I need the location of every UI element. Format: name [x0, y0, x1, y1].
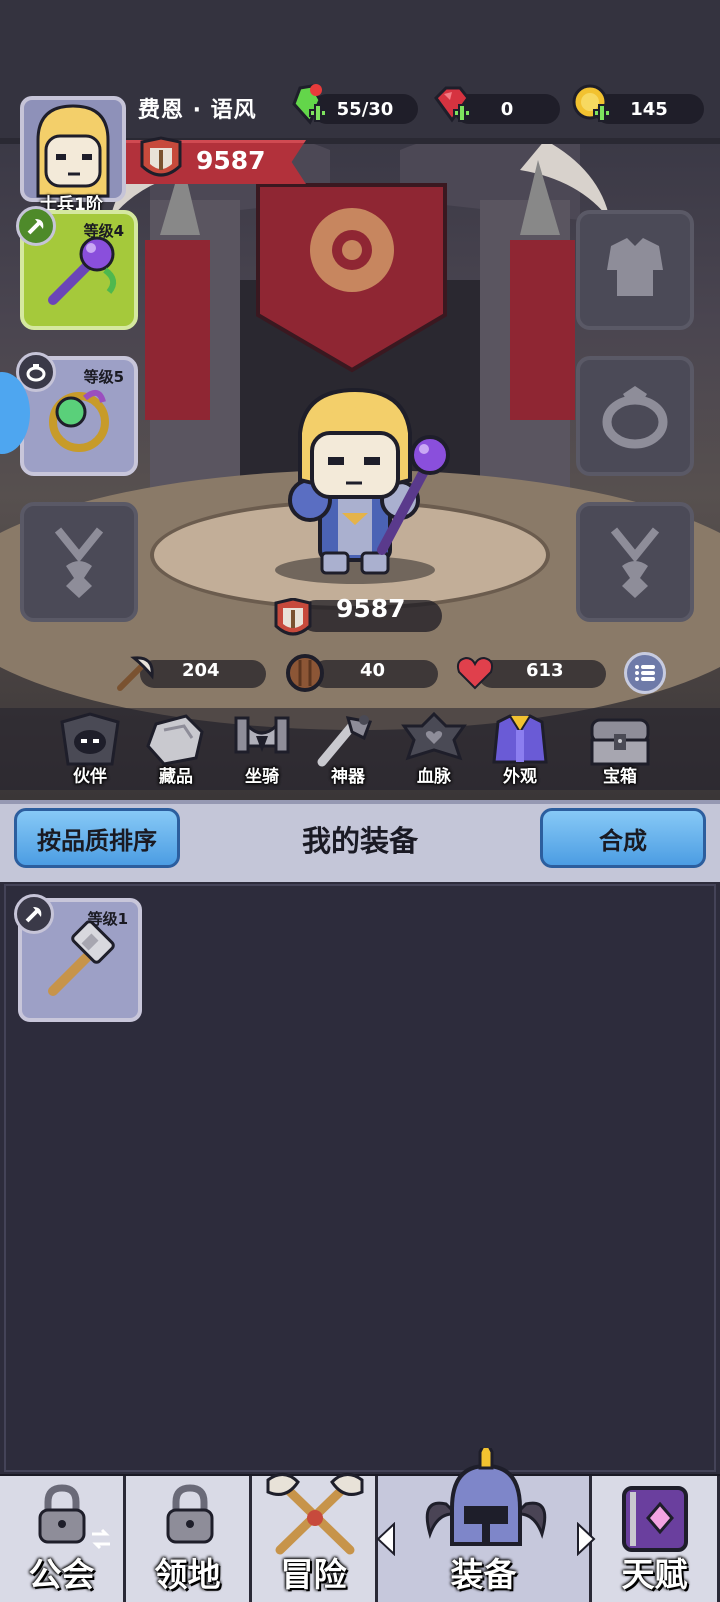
shield-icon: [286, 654, 324, 692]
tab-guild[interactable]: 公会: [0, 1476, 126, 1602]
ring-placeholder-icon: [602, 386, 668, 449]
health-value: 613: [526, 660, 564, 681]
spellbook-icon: [622, 1486, 688, 1552]
hero-total-power: 9587: [336, 594, 406, 623]
axe-icon: [117, 656, 154, 691]
feature-collection[interactable]: 藏品: [136, 712, 216, 792]
artifact-icon: [317, 715, 373, 767]
lock-icon: [38, 1484, 86, 1544]
feature-artifact-label: 神器: [331, 767, 365, 787]
power-shield-icon: [140, 136, 182, 177]
ring2-slot[interactable]: [576, 356, 694, 476]
treasure-chest-icon: [590, 718, 650, 766]
green-orb-ring-icon: [49, 389, 109, 452]
feature-artifact[interactable]: 神器: [308, 712, 388, 792]
axe-icon: [25, 907, 42, 923]
ruby-value: 0: [500, 98, 514, 120]
player-power: 9587: [196, 146, 266, 175]
feature-partner[interactable]: 伙伴: [50, 712, 130, 792]
feature-bloodline[interactable]: 血脉: [394, 711, 474, 792]
green-crystal-icon[interactable]: [286, 82, 330, 126]
inventory-item[interactable]: 等级1: [14, 894, 142, 1022]
nav-arrow-left-icon: [376, 1522, 395, 1556]
power-shield-icon: [274, 598, 312, 636]
feature-bloodline-label: 血脉: [417, 767, 451, 787]
necklace-slot-right[interactable]: [576, 502, 694, 622]
tab-equipment-label: 装备: [450, 1555, 517, 1594]
nav-arrow-right-icon: [577, 1522, 596, 1556]
feature-collection-label: 藏品: [159, 767, 193, 787]
armor-slot[interactable]: [576, 210, 694, 330]
bloodline-icon: [401, 711, 467, 761]
sort-by-quality-button[interactable]: 按品质排序: [14, 808, 180, 868]
weapon-slot[interactable]: 等级4: [16, 206, 138, 330]
axe-icon: [27, 219, 44, 235]
weapon-badge: [16, 206, 56, 246]
item-type-badge: [14, 894, 54, 934]
red-gem-icon[interactable]: [430, 82, 474, 126]
list-icon: [635, 665, 655, 681]
feature-mount-label: 坐骑: [245, 767, 279, 787]
gold-coin-icon[interactable]: [570, 82, 614, 126]
outfit-icon: [492, 714, 548, 764]
attack-value: 204: [182, 660, 220, 681]
tab-guild-label: 公会: [28, 1555, 95, 1594]
ring-badge-icon: [26, 364, 46, 382]
lock-icon: [166, 1484, 214, 1544]
tab-adventure-label: 冒险: [280, 1555, 347, 1594]
feature-partner-label: 伙伴: [73, 767, 107, 787]
feature-outfit[interactable]: 外观: [480, 712, 560, 792]
hero-scene: 费恩 · 语风 55/30 0 145 9587 士兵1阶 等级4 等级5 95…: [0, 0, 720, 800]
feature-mount[interactable]: 坐骑: [222, 712, 302, 792]
energy-value: 55/30: [336, 98, 394, 120]
armor-placeholder-icon: [607, 238, 663, 296]
player-avatar[interactable]: [20, 96, 126, 202]
tab-territory-label: 领地: [154, 1555, 221, 1594]
ring-slot[interactable]: 等级5: [16, 352, 138, 476]
tab-territory[interactable]: 领地: [126, 1476, 252, 1602]
feature-chest[interactable]: 宝箱: [580, 712, 660, 792]
tab-talent[interactable]: 天赋: [592, 1476, 720, 1602]
necklace-placeholder-icon: [610, 527, 660, 598]
game-screen: 费恩 · 语风 55/30 0 145 9587 士兵1阶 等级4 等级5 95…: [0, 0, 720, 1602]
craft-button[interactable]: 合成: [540, 808, 706, 868]
stats-detail-button[interactable]: [624, 652, 666, 694]
player-name: 费恩 · 语风: [138, 98, 257, 123]
mount-icon: [234, 716, 290, 754]
collection-stone-icon: [146, 714, 204, 766]
heart-icon: [456, 656, 494, 690]
hero-character[interactable]: [250, 385, 470, 585]
defense-value: 40: [360, 660, 386, 681]
hooded-partner-icon: [60, 712, 120, 766]
purple-orb-staff-icon: [48, 236, 117, 305]
crossed-axes-icon: [266, 1473, 364, 1555]
avatar-portrait: [36, 104, 110, 198]
feature-outfit-label: 外观: [503, 767, 537, 787]
item-level: 等级1: [87, 910, 128, 928]
feature-chest-label: 宝箱: [603, 767, 637, 787]
horned-helmet-icon: [425, 1448, 547, 1546]
weapon-level: 等级4: [83, 222, 124, 240]
equipment-title: 我的装备: [301, 824, 418, 858]
gold-value: 145: [630, 98, 668, 120]
necklace-slot-left[interactable]: [20, 502, 138, 622]
tab-equipment[interactable]: 装备: [378, 1448, 592, 1602]
tab-adventure[interactable]: 冒险: [252, 1473, 378, 1602]
tab-talent-label: 天赋: [621, 1555, 688, 1594]
ring-level: 等级5: [83, 368, 124, 386]
necklace-placeholder-icon: [54, 527, 104, 598]
